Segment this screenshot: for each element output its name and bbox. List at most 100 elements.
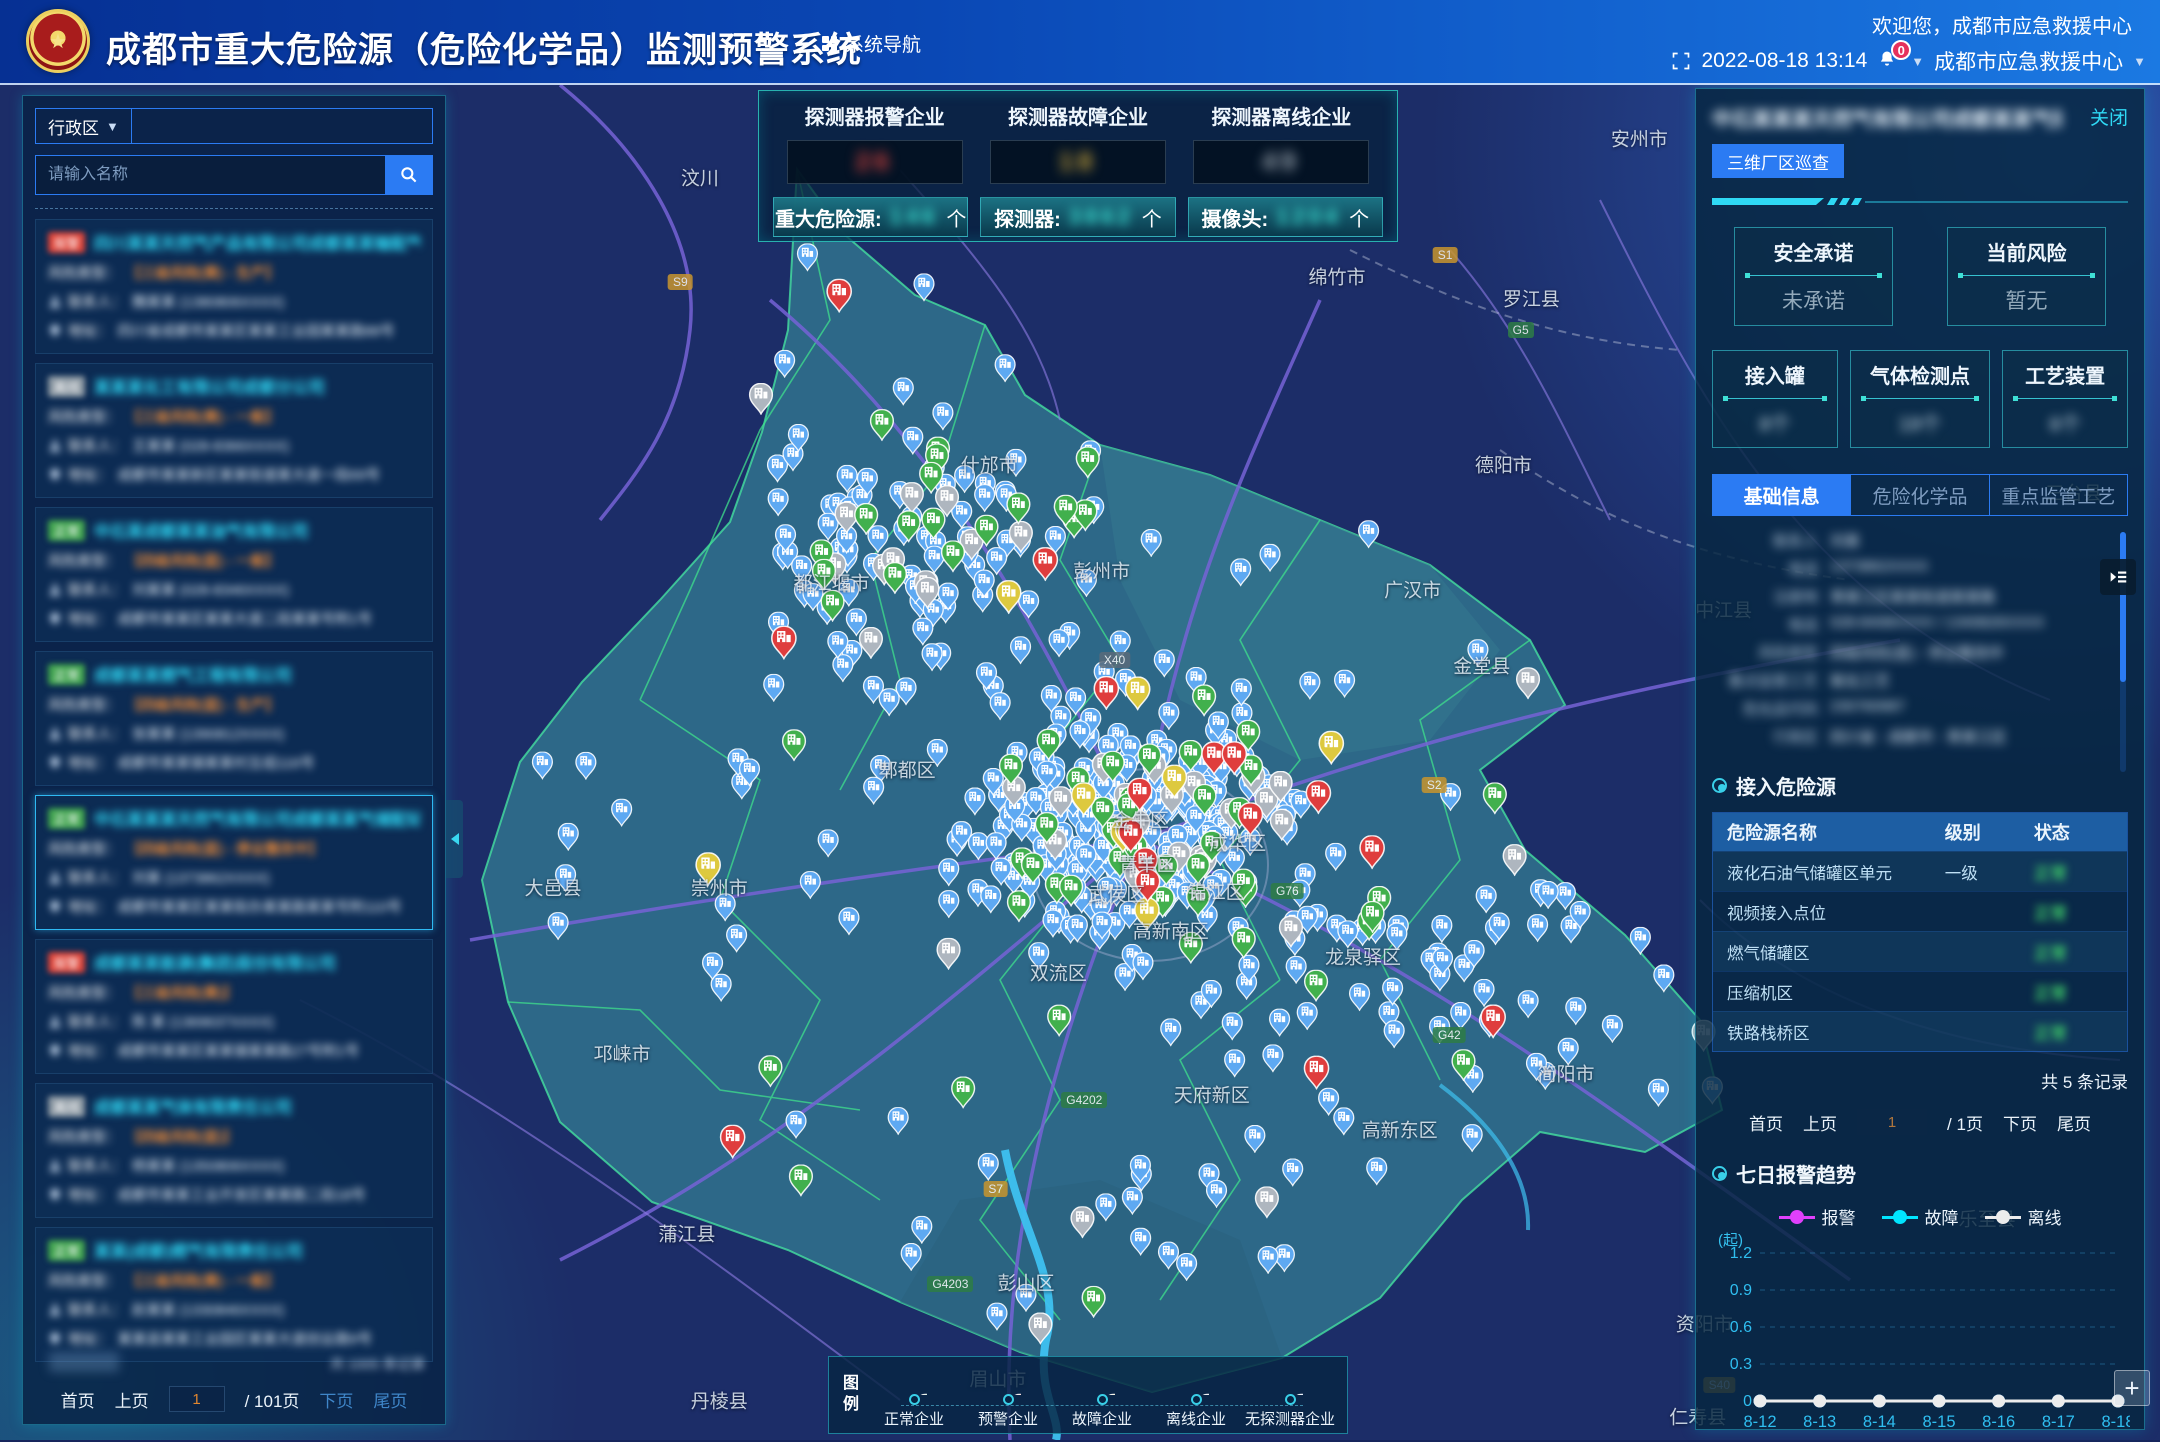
company-list-item[interactable]: 报警 成都某某能源(集团)股份有限公司 风险类型：【三级风险(黄)】 联系人：陈… [35,939,433,1074]
equipment-stat-label: 气体检测点 [1851,360,1990,389]
equipment-stat-label: 工艺装置 [2003,360,2127,389]
location-pin-icon [48,468,62,482]
search-input[interactable] [35,155,385,195]
chevron-left-icon [451,833,459,845]
hazard-table-row[interactable]: 燃气储罐区 正常 [1713,931,2127,971]
hazard-status-cell: 正常 [2034,860,2113,884]
pagination-first[interactable]: 首页 [1749,1110,1783,1135]
scrollbar-thumb[interactable] [2120,532,2126,682]
company-contact-row: 联系人：张某某 (1390812XXXX) [48,723,420,744]
pagination-page-input[interactable]: 1 [169,1386,225,1412]
page-title: 成都市重大危险源（危险化学品）监测预警系统 [106,22,862,73]
company-list-item[interactable]: 正常 某某(成都)燃气有限责任公司 风险类型：【三级风险(黄) - 一般】 联系… [35,1227,433,1362]
counter-unit: 个 [946,203,966,232]
detector-stat-led: 18 [990,140,1166,184]
panel-collapse-button[interactable] [2100,559,2136,595]
location-pin-icon [48,1188,62,1202]
pagination-next[interactable]: 下页 [2003,1110,2037,1135]
info-row: 风险类型四级风险(蓝) - 停业整改中 [1712,642,2108,663]
search-button[interactable] [385,155,433,195]
legend-label: 无探测器企业 [1245,1408,1335,1429]
record-count-text: 共 1005 条记录 [330,1354,425,1374]
system-nav-button[interactable]: 系统导航 [822,30,921,57]
pagination-page-input[interactable]: 1 [1857,1109,1927,1135]
plant-3d-tour-button[interactable]: 三维厂区巡查 [1712,144,1844,178]
total-counter: 重大危险源: 146 个 [773,197,968,237]
legend-node-icon [1097,1394,1108,1405]
person-icon [48,871,62,885]
detector-stat-led: 26 [787,140,963,184]
blurred-footnote [49,1352,119,1372]
trend-section-header: 七日报警趋势 [1712,1159,2128,1188]
detector-stat-value: 49 [1262,148,1300,177]
box-divider [1958,275,2095,276]
svg-text:1.2: 1.2 [1730,1245,1752,1262]
collapse-panel-icon [2107,566,2129,588]
person-icon [48,727,62,741]
company-contact-row: 联系人：刘某 (1373862XXXX) [48,867,420,888]
pagination-last[interactable]: 尾页 [2057,1110,2091,1135]
company-name: 成都某某气体有限责任公司 [94,1094,292,1118]
pagination-prev[interactable]: 上页 [1803,1110,1837,1135]
company-list-item[interactable]: 正常 成都某某燃气工程有限公司 风险类型：【四级风险(蓝) - 生产】 联系人：… [35,651,433,786]
company-list-item[interactable]: 报警 四川某某天然气产品有限公司成都某某输配气有限公司 风险类型：【三级风险(黄… [35,219,433,354]
hazard-section-title: 接入危险源 [1736,771,1836,800]
person-icon [48,295,62,309]
detail-tab[interactable]: 危险化学品 [1851,475,1989,515]
company-list-item[interactable]: 离线 成都某某气体有限责任公司 风险类型：【四级风险(蓝)】 联系人：杨某某 (… [35,1083,433,1218]
company-contact-row: 联系人：王某某 (028-8366XXXX) [48,435,420,456]
chart-legend-item[interactable]: 故障 [1882,1204,1959,1229]
close-button[interactable]: 关闭 [2090,103,2128,130]
map-legend-item: 正常企业 [867,1361,961,1429]
company-pin-icon [901,1361,927,1395]
company-list-item[interactable]: 离线 某某某化工有限公司成都分公司 风险类型：【三级风险(黄) - 一般】 联系… [35,363,433,498]
detector-stat-label: 探测器报警企业 [773,101,976,130]
pagination-prev[interactable]: 上页 [115,1387,149,1412]
region-filter-row: 行政区 ▼ [35,108,433,144]
table-record-count: 共 5 条记录 [1712,1068,2128,1093]
company-list-item[interactable]: 正常 中石某某某天然气有限公司成都某某气储配站 风险类型：【四级风险(蓝) - … [35,795,433,930]
info-row: 联系人刘某 [1712,530,2108,551]
hazard-table-row[interactable]: 压缩机区 正常 [1713,971,2127,1011]
company-pin-icon [1277,1361,1303,1395]
region-filter-value[interactable] [132,109,432,143]
current-risk-label: 当前风险 [1948,237,2105,266]
info-row: 电话1373862XXXX [1712,558,2108,579]
hazard-name-cell: 燃气储罐区 [1727,940,1945,964]
detail-tab[interactable]: 基础信息 [1713,475,1851,515]
section-divider [1712,198,2128,205]
company-list-item[interactable]: 正常 中石某成都某某油气有限公司 风险类型：【四级风险(蓝) - 一般】 联系人… [35,507,433,642]
notification-bell[interactable]: 0 [1877,48,1901,74]
basic-info-block: 联系人刘某 电话1373862XXXX 注册地青某江区某某街道某某路 电话028… [1712,530,2128,747]
chart-legend-item[interactable]: 报警 [1779,1204,1856,1229]
region-filter-dropdown[interactable]: 行政区 ▼ [36,109,132,143]
status-badge: 正常 [48,1240,85,1261]
fullscreen-icon[interactable] [1671,51,1691,71]
pagination-total: / 101页 [245,1387,300,1412]
counter-unit: 个 [1349,203,1369,232]
detector-stat-value: 26 [856,148,894,177]
status-badge: 报警 [48,952,85,973]
col-level: 级别 [1945,819,2034,845]
chart-legend-item[interactable]: 离线 [1985,1204,2062,1229]
hazard-table-row[interactable]: 铁路栈桥区 正常 [1713,1011,2127,1051]
pagination-last[interactable]: 尾页 [373,1387,407,1412]
svg-text:0: 0 [1743,1393,1752,1410]
current-user[interactable]: 成都市应急救援中心 [1934,46,2123,76]
company-contact-row: 联系人：陈 某 (1369637XXXX) [48,1011,420,1032]
grid-nav-icon [822,36,837,51]
detail-tab[interactable]: 重点监管工艺 [1990,475,2127,515]
map-legend-item: 无探测器企业 [1243,1361,1337,1429]
col-hazard-name: 危险源名称 [1727,819,1945,845]
hazard-table-row[interactable]: 液化石油气储罐区单元 一级 正常 [1713,851,2127,891]
chevron-down-icon[interactable]: ▼ [2133,54,2146,69]
pagination-next[interactable]: 下页 [319,1387,353,1412]
company-contact-row: 联系人：杨某某 (1350806XXXX) [48,1155,420,1176]
pagination-first[interactable]: 首页 [61,1387,95,1412]
detector-stats-panel: 探测器报警企业 26 探测器故障企业 18 探测器离线企业 49 重大危险源: … [758,90,1398,242]
hazard-table-row[interactable]: 视频接入点位 正常 [1713,891,2127,931]
chevron-down-icon[interactable]: ▼ [1911,54,1924,69]
sidebar-collapse-handle[interactable] [446,800,463,878]
location-pin-icon [48,1332,62,1346]
map-zoom-in-button[interactable]: + [2114,1370,2150,1406]
